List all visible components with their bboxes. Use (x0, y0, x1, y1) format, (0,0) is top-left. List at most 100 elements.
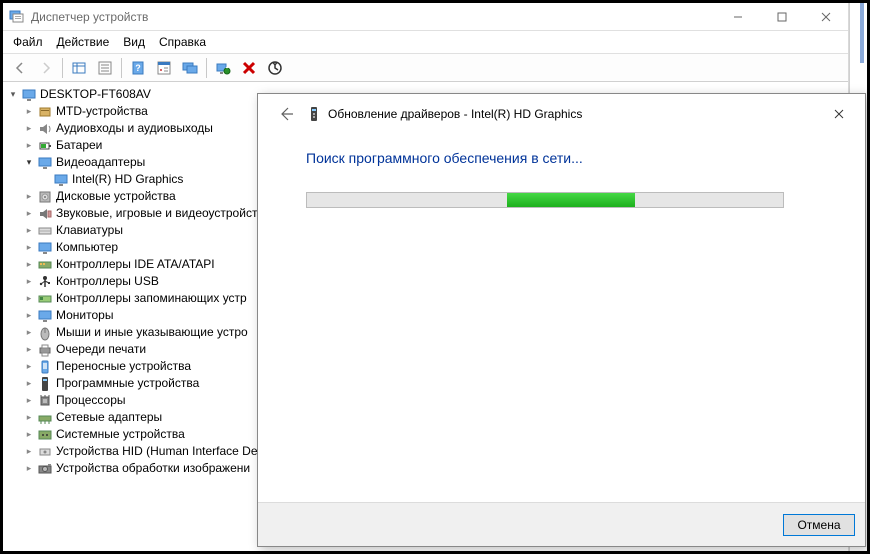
tree-item-label: Intel(R) HD Graphics (72, 171, 183, 188)
menu-help[interactable]: Справка (159, 35, 206, 49)
tree-item-label: Звуковые, игровые и видеоустройст (56, 205, 257, 222)
minimize-button[interactable] (716, 3, 760, 30)
tree-item-label: Сетевые адаптеры (56, 409, 162, 426)
cancel-button[interactable]: Отмена (783, 514, 855, 536)
maximize-button[interactable] (760, 3, 804, 30)
tree-item-label: Переносные устройства (56, 358, 191, 375)
chevron-right-icon[interactable]: ▸ (23, 259, 35, 271)
back-arrow-button[interactable] (272, 100, 300, 128)
mouse-icon (37, 325, 53, 341)
cpu-icon (37, 393, 53, 409)
ide-icon (37, 257, 53, 273)
keyboard-icon (37, 223, 53, 239)
window-title: Диспетчер устройств (31, 10, 716, 24)
forward-button[interactable] (34, 57, 58, 79)
chevron-right-icon[interactable]: ▸ (23, 412, 35, 424)
chevron-right-icon[interactable]: ▸ (23, 123, 35, 135)
scan-hardware-button[interactable] (211, 57, 235, 79)
tree-item-label: Процессоры (56, 392, 126, 409)
chevron-right-icon[interactable]: ▸ (23, 276, 35, 288)
tree-item-label: Мыши и иные указывающие устро (56, 324, 248, 341)
dialog-titlebar: Обновление драйверов - Intel(R) HD Graph… (258, 94, 865, 134)
dialog-close-button[interactable] (819, 100, 859, 128)
hid-icon (37, 444, 53, 460)
chevron-right-icon[interactable]: ▸ (23, 310, 35, 322)
battery-icon (37, 138, 53, 154)
uninstall-button[interactable] (237, 57, 261, 79)
tree-item-label: Батареи (56, 137, 102, 154)
audio-icon (37, 121, 53, 137)
tree-item-label: Клавиатуры (56, 222, 123, 239)
progress-bar (306, 192, 784, 208)
tree-item-label: Дисковые устройства (56, 188, 176, 205)
chevron-right-icon[interactable]: ▸ (23, 429, 35, 441)
app-icon (9, 9, 25, 25)
chevron-right-icon[interactable]: ▸ (23, 106, 35, 118)
back-button[interactable] (8, 57, 32, 79)
computer-icon (21, 87, 37, 103)
monitors-button[interactable] (178, 57, 202, 79)
tree-item-label: Компьютер (56, 239, 118, 256)
update-driver-button[interactable] (263, 57, 287, 79)
chevron-right-icon[interactable]: ▸ (23, 293, 35, 305)
chevron-right-icon[interactable]: ▸ (23, 140, 35, 152)
chevron-down-icon[interactable]: ▾ (7, 89, 19, 101)
dialog-status-text: Поиск программного обеспечения в сети... (306, 150, 833, 166)
tree-item-label: Контроллеры запоминающих устр (56, 290, 247, 307)
chevron-right-icon[interactable]: ▸ (23, 242, 35, 254)
menu-action[interactable]: Действие (57, 35, 110, 49)
menu-file[interactable]: Файл (13, 35, 43, 49)
chevron-right-icon[interactable]: ▸ (23, 225, 35, 237)
chevron-right-icon[interactable]: ▸ (23, 208, 35, 220)
network-icon (37, 410, 53, 426)
tree-item-label: Системные устройства (56, 426, 185, 443)
sound-icon (37, 206, 53, 222)
display-icon (37, 155, 53, 171)
chevron-right-icon[interactable]: ▸ (23, 463, 35, 475)
chevron-right-icon[interactable]: ▸ (23, 378, 35, 390)
chevron-right-icon[interactable]: ▸ (23, 191, 35, 203)
tree-item-label: Аудиовходы и аудиовыходы (56, 120, 213, 137)
software-icon (37, 376, 53, 392)
storage-icon (37, 291, 53, 307)
printer-icon (37, 342, 53, 358)
disk-icon (37, 189, 53, 205)
dialog-title: Обновление драйверов - Intel(R) HD Graph… (328, 107, 819, 121)
properties-button[interactable] (93, 57, 117, 79)
dialog-footer: Отмена (258, 502, 865, 546)
computer-icon (37, 240, 53, 256)
tree-item-label: Программные устройства (56, 375, 199, 392)
tree-item-label: Мониторы (56, 307, 113, 324)
tree-item-label: Устройства обработки изображени (56, 460, 250, 477)
tree-item-label: MTD-устройства (56, 103, 148, 120)
tree-item-label: Устройства HID (Human Interface De (56, 443, 258, 460)
tree-item-label: Контроллеры USB (56, 273, 159, 290)
chevron-right-icon[interactable]: ▸ (23, 361, 35, 373)
chevron-right-icon[interactable]: ▸ (23, 395, 35, 407)
usb-icon (37, 274, 53, 290)
display-icon (53, 172, 69, 188)
chevron-right-icon[interactable]: ▸ (23, 327, 35, 339)
device-icon (306, 106, 322, 122)
portable-icon (37, 359, 53, 375)
show-hidden-button[interactable] (67, 57, 91, 79)
chevron-down-icon[interactable]: ▾ (23, 157, 35, 169)
tree-item-label: Видеоадаптеры (56, 154, 145, 171)
update-driver-dialog: Обновление драйверов - Intel(R) HD Graph… (257, 93, 866, 547)
svg-text:?: ? (135, 63, 141, 73)
imaging-icon (37, 461, 53, 477)
menu-view[interactable]: Вид (123, 35, 145, 49)
mtd-icon (37, 104, 53, 120)
tree-item-label: Контроллеры IDE ATA/ATAPI (56, 256, 215, 273)
monitor-icon (37, 308, 53, 324)
close-button[interactable] (804, 3, 848, 30)
help-button[interactable]: ? (126, 57, 150, 79)
details-button[interactable] (152, 57, 176, 79)
tree-item-label: Очереди печати (56, 341, 146, 358)
titlebar: Диспетчер устройств (3, 3, 848, 31)
system-icon (37, 427, 53, 443)
tree-root-label: DESKTOP-FT608AV (40, 86, 151, 103)
menu-bar: Файл Действие Вид Справка (3, 31, 848, 54)
chevron-right-icon[interactable]: ▸ (23, 446, 35, 458)
chevron-right-icon[interactable]: ▸ (23, 344, 35, 356)
